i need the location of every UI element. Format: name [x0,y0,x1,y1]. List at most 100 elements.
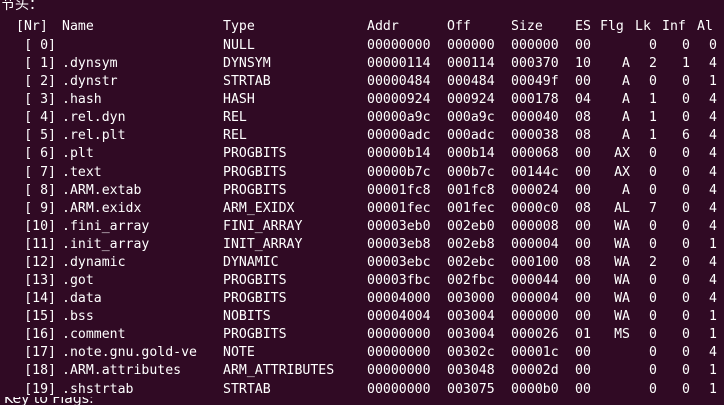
cell-off: 003000 [447,291,495,307]
table-row: [ 0] NULL 00000000 000000 000000 00 0 0 0 [0,37,724,55]
cell-off: 001fec [447,200,495,216]
cell-size: 000004 [511,236,559,252]
cell-off: 000b14 [447,146,495,162]
cell-flg: AX [614,164,630,180]
cell-flg: AX [614,146,630,162]
cell-es: 08 [575,110,591,126]
column-header-name: Name [62,19,94,34]
cell-inf: 1 [682,56,690,72]
cell-size: 000044 [511,273,559,289]
cell-inf: 0 [682,146,690,162]
cell-type: REL [223,128,247,144]
cell-addr: 00000a9c [367,110,431,126]
cell-addr: 00004000 [367,291,431,307]
cell-off: 000adc [447,128,495,144]
cell-flg: WA [614,254,630,270]
cell-nr: [16] [24,327,56,343]
cell-al: 4 [709,273,717,289]
cell-type: NOBITS [223,309,271,325]
column-header-size: Size [511,19,543,34]
cell-inf: 0 [682,92,690,108]
cell-al: 4 [709,110,717,126]
cell-off: 001fc8 [447,182,495,198]
cell-off: 000a9c [447,110,495,126]
cutoff-line: Key to Flags: [0,397,724,405]
cell-nr: [ 7] [24,164,56,180]
cell-type: NULL [223,38,255,53]
table-row: [10] .fini_array FINI_ARRAY 00003eb0 002eb0 0… [0,218,724,236]
cell-size: 000370 [511,56,559,72]
cell-type: HASH [223,92,255,108]
column-header-inf: Inf [662,19,686,34]
cell-addr: 00000000 [367,345,431,361]
cell-name: .comment [62,327,126,343]
cell-nr: [10] [24,218,56,234]
cell-al: 4 [709,128,717,144]
cell-type: DYNAMIC [223,254,279,270]
cell-size: 00049f [511,74,559,90]
cell-es: 00 [575,164,591,180]
cell-flg: AL [614,200,630,216]
column-header-lk: Lk [635,19,651,34]
table-row: [ 9] .ARM.exidx ARM_EXIDX 00001fec 001fec 000… [0,200,724,218]
cell-flg: A [622,128,630,144]
cell-size: 000000 [511,38,559,53]
cell-name: .dynsym [62,56,118,72]
cell-flg: A [622,74,630,90]
table-row: [15] .bss NOBITS 00004004 003004 000000 00 WA 0 0… [0,308,724,326]
cell-al: 4 [709,291,717,307]
cell-al: 4 [709,254,717,270]
column-header-addr: Addr [367,19,399,34]
cutoff-text: Key to Flags: [4,397,94,405]
cell-es: 00 [575,363,591,379]
cell-al: 4 [709,218,717,234]
cell-al: 4 [709,182,717,198]
table-row: [ 5] .rel.plt REL 00000adc 000adc 000038 08 A 1 6… [0,127,724,145]
cell-flg: WA [614,291,630,307]
cell-nr: [ 2] [24,74,56,90]
cell-type: DYNSYM [223,56,271,72]
cell-inf: 0 [682,291,690,307]
cell-flg: A [622,110,630,126]
table-row: [12] .dynamic DYNAMIC 00003ebc 002ebc 000100 0… [0,254,724,272]
cell-inf: 0 [682,110,690,126]
cell-type: ARM_EXIDX [223,200,295,216]
cell-size: 000004 [511,291,559,307]
cell-name: .dynamic [62,254,126,270]
cell-inf: 0 [682,200,690,216]
cell-nr: [ 8] [24,182,56,198]
cell-inf: 0 [682,236,690,252]
cell-lk: 0 [649,381,657,397]
cell-inf: 0 [682,182,690,198]
cell-al: 4 [709,146,717,162]
cell-size: 000038 [511,128,559,144]
cell-type: REL [223,110,247,126]
cell-al: 4 [709,56,717,72]
cell-size: 000008 [511,218,559,234]
cell-addr: 00000000 [367,327,431,343]
table-row: [19] .shstrtab STRTAB 00000000 003075 0000b0 0… [0,381,724,399]
cell-size: 000068 [511,146,559,162]
cell-nr: [19] [24,381,56,397]
cell-addr: 00000000 [367,363,431,379]
cell-type: PROGBITS [223,273,287,289]
cell-off: 000484 [447,74,495,90]
cell-al: 1 [709,74,717,90]
cell-flg: A [622,56,630,72]
table-row: [17] .note.gnu.gold-ve NOTE 00000000 00302c 0… [0,344,724,362]
cell-size: 000040 [511,110,559,126]
table-row: [ 4] .rel.dyn REL 00000a9c 000a9c 000040 08 A 1 0… [0,109,724,127]
table-row: [13] .got PROGBITS 00003fbc 002fbc 000044 00 WA… [0,272,724,290]
terminal-window[interactable]: 节头： [Nr] Name Type Addr Off Size ES Flg … [0,0,724,405]
column-header-nr: [Nr] [16,19,48,34]
cell-type: PROGBITS [223,164,287,180]
cell-inf: 0 [682,38,690,53]
cell-type: STRTAB [223,381,271,397]
cell-addr: 00000924 [367,92,431,108]
cell-addr: 00001fec [367,200,431,216]
cell-lk: 0 [649,182,657,198]
cell-inf: 6 [682,128,690,144]
cell-inf: 0 [682,381,690,397]
cell-name: .dynstr [62,74,118,90]
column-header-flg: Flg [600,19,624,34]
